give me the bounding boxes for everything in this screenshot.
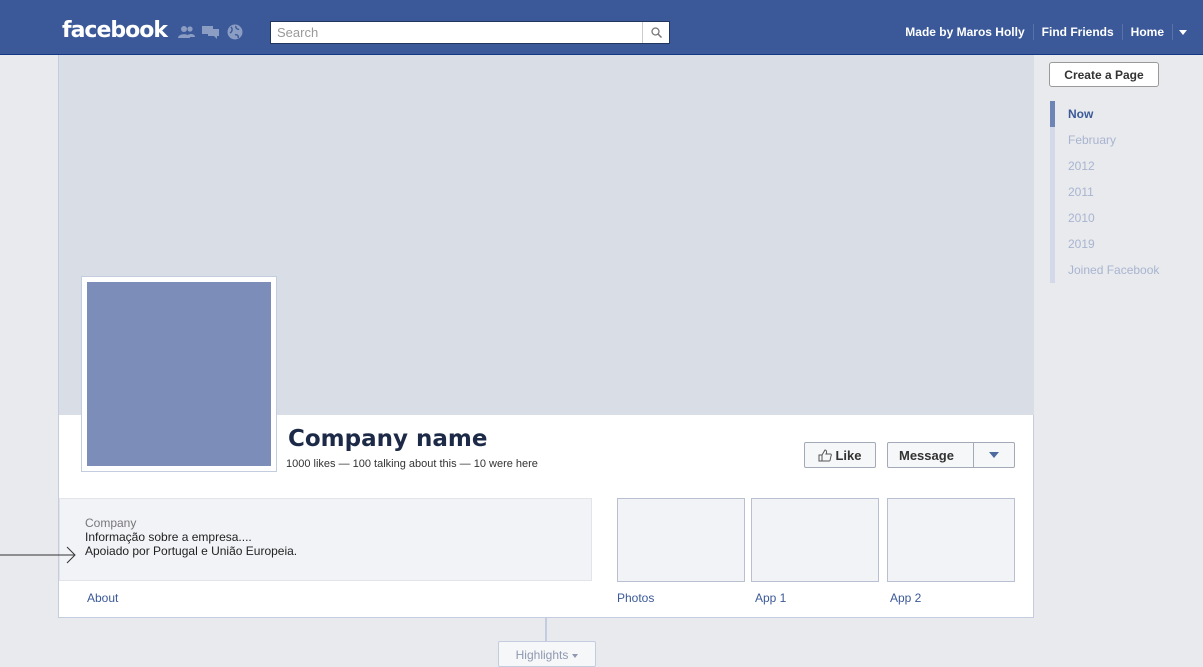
search-input[interactable] xyxy=(271,22,641,43)
about-category: Company xyxy=(85,516,137,530)
scrubber-item-joined[interactable]: Joined Facebook xyxy=(1050,257,1190,283)
about-line: Apoiado por Portugal e União Europeia. xyxy=(85,544,298,558)
scrubber-item-2011[interactable]: 2011 xyxy=(1050,179,1190,205)
message-dropdown[interactable] xyxy=(973,443,1014,467)
profile-link[interactable]: Made by Maros Holly xyxy=(897,25,1032,39)
chevron-down-icon xyxy=(989,452,999,458)
jewel-group xyxy=(178,24,244,40)
caret-down-icon[interactable] xyxy=(1179,29,1187,35)
tab-app-2[interactable]: App 2 xyxy=(890,591,921,605)
like-button[interactable]: Like xyxy=(804,442,876,468)
chevron-down-icon xyxy=(572,654,579,658)
message-label: Message xyxy=(899,447,954,463)
top-nav: Made by Maros Holly Find Friends Home xyxy=(897,24,1187,40)
facebook-logo[interactable]: facebook xyxy=(62,18,168,43)
photos-thumbnail[interactable] xyxy=(617,498,745,582)
create-page-button[interactable]: Create a Page xyxy=(1049,62,1159,87)
tab-photos[interactable]: Photos xyxy=(617,591,654,605)
scrubber-item-2012[interactable]: 2012 xyxy=(1050,153,1190,179)
scrubber-item-2019[interactable]: 2019 xyxy=(1050,231,1190,257)
search-box xyxy=(270,21,670,44)
highlights-button[interactable]: Highlights xyxy=(498,641,596,667)
find-friends-link[interactable]: Find Friends xyxy=(1034,25,1122,39)
page-stats: 1000 likes — 100 talking about this — 10… xyxy=(286,458,538,470)
app-1-thumbnail[interactable] xyxy=(751,498,879,582)
annotation-arrow xyxy=(0,546,76,564)
thumbs-up-icon xyxy=(818,448,833,461)
profile-picture[interactable] xyxy=(81,276,277,472)
page-title: Company name xyxy=(288,426,488,452)
profile-picture-image xyxy=(87,282,271,466)
highlights-label: Highlights xyxy=(515,648,569,662)
scrubber-item-february[interactable]: February xyxy=(1050,127,1190,153)
magnifier-icon[interactable] xyxy=(642,22,669,43)
timeline-line xyxy=(545,618,547,642)
tab-about[interactable]: About xyxy=(87,591,118,605)
home-link[interactable]: Home xyxy=(1123,25,1172,39)
scrubber-item-now[interactable]: Now xyxy=(1050,101,1190,127)
top-bar: facebook Made by Maros Holly Find Friend… xyxy=(0,0,1203,55)
about-line: Informação sobre a empresa.... xyxy=(85,530,252,544)
nav-separator xyxy=(1172,24,1173,40)
timeline-card: Company name 1000 likes — 100 talking ab… xyxy=(58,55,1034,618)
like-label: Like xyxy=(835,447,862,463)
message-button[interactable]: Message xyxy=(887,442,1015,468)
friend-requests-icon[interactable] xyxy=(178,24,196,40)
app-2-thumbnail[interactable] xyxy=(887,498,1015,582)
notifications-globe-icon[interactable] xyxy=(226,24,244,40)
timeline-scrubber: Now February 2012 2011 2010 2019 Joined … xyxy=(1050,101,1190,283)
tab-app-1[interactable]: App 1 xyxy=(755,591,786,605)
about-box[interactable]: Company Informação sobre a empresa.... A… xyxy=(59,498,592,581)
messages-icon[interactable] xyxy=(202,24,220,40)
scrubber-item-2010[interactable]: 2010 xyxy=(1050,205,1190,231)
